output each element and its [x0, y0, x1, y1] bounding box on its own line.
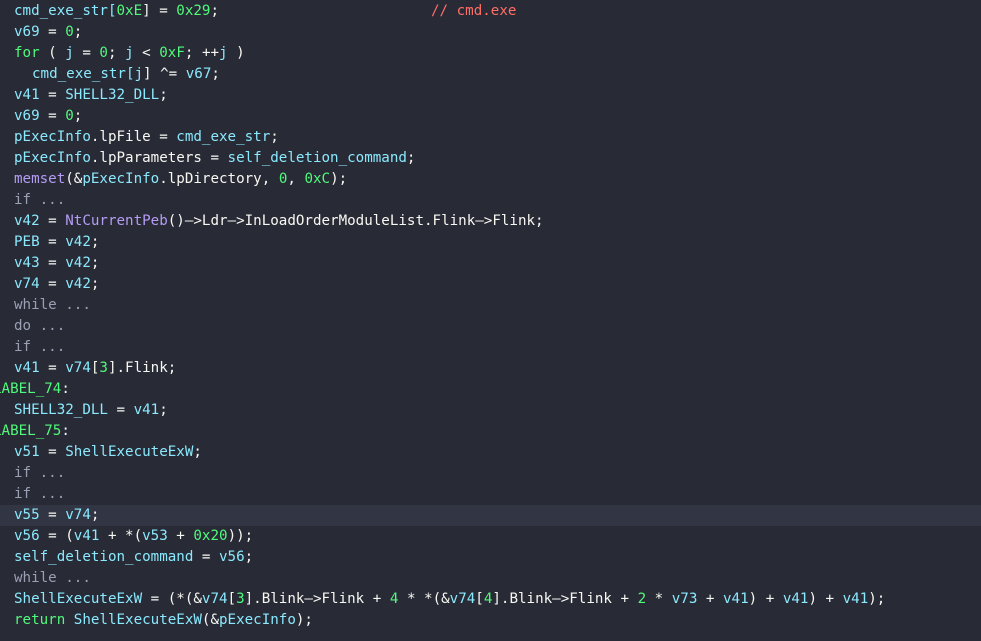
code-line-24-collapsed-if[interactable]: if ...: [0, 484, 981, 505]
code-line-8[interactable]: pExecInfo.lpParameters = self_deletion_c…: [0, 148, 981, 169]
decompiler-code-view[interactable]: cmd_exe_str[0xE] = 0x29;// cmd.exe v69 =…: [0, 0, 981, 641]
code-line-4[interactable]: cmd_exe_str[j] ^= v67;: [0, 64, 981, 85]
code-line-25-current[interactable]: v55 = v74;: [0, 505, 981, 526]
code-line-29[interactable]: ShellExecuteExW = (*(&v74[3].Blink—>Flin…: [0, 589, 981, 610]
code-line-30[interactable]: return ShellExecuteExW(&pExecInfo);: [0, 610, 981, 631]
code-line-7[interactable]: pExecInfo.lpFile = cmd_exe_str;: [0, 127, 981, 148]
code-line-26[interactable]: v56 = (v41 + *(v53 + 0x20));: [0, 526, 981, 547]
code-line-17-collapsed-if[interactable]: if ...: [0, 337, 981, 358]
code-line-16-collapsed-do[interactable]: do ...: [0, 316, 981, 337]
code-line-12[interactable]: PEB = v42;: [0, 232, 981, 253]
code-line-18[interactable]: v41 = v74[3].Flink;: [0, 358, 981, 379]
code-line-5[interactable]: v41 = SHELL32_DLL;: [0, 85, 981, 106]
code-line-19-label[interactable]: LABEL_74:: [0, 379, 981, 400]
code-line-23-collapsed-if[interactable]: if ...: [0, 463, 981, 484]
code-line-14[interactable]: v74 = v42;: [0, 274, 981, 295]
code-line-3[interactable]: for ( j = 0; j < 0xF; ++j ): [0, 43, 981, 64]
code-line-22[interactable]: v51 = ShellExecuteExW;: [0, 442, 981, 463]
code-line-10-collapsed-if[interactable]: if ...: [0, 190, 981, 211]
code-line-20[interactable]: SHELL32_DLL = v41;: [0, 400, 981, 421]
code-line-1[interactable]: cmd_exe_str[0xE] = 0x29;// cmd.exe: [0, 1, 981, 22]
code-line-6[interactable]: v69 = 0;: [0, 106, 981, 127]
code-line-27[interactable]: self_deletion_command = v56;: [0, 547, 981, 568]
code-line-15-collapsed-while[interactable]: while ...: [0, 295, 981, 316]
code-line-2[interactable]: v69 = 0;: [0, 22, 981, 43]
code-line-13[interactable]: v43 = v42;: [0, 253, 981, 274]
code-line-21-label[interactable]: LABEL_75:: [0, 421, 981, 442]
code-line-9[interactable]: memset(&pExecInfo.lpDirectory, 0, 0xC);: [0, 169, 981, 190]
code-line-11[interactable]: v42 = NtCurrentPeb()—>Ldr—>InLoadOrderMo…: [0, 211, 981, 232]
code-comment: // cmd.exe: [431, 3, 517, 19]
code-line-28-collapsed-while[interactable]: while ...: [0, 568, 981, 589]
